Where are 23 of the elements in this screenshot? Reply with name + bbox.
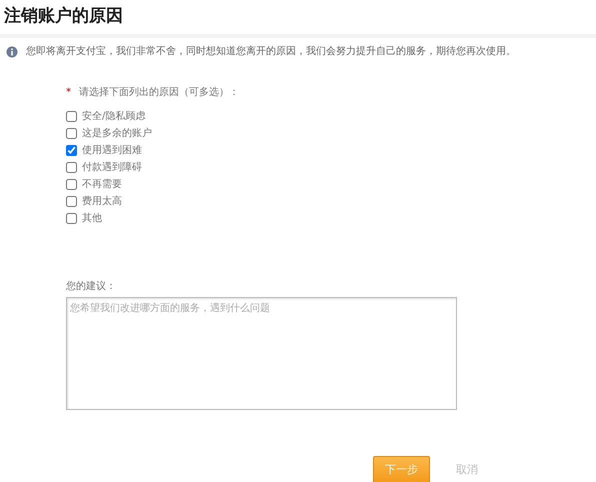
checkbox[interactable] xyxy=(66,196,77,208)
cancel-link[interactable]: 取消 xyxy=(456,462,478,479)
checkbox[interactable] xyxy=(66,128,77,140)
option-label: 其他 xyxy=(82,212,102,226)
suggestion-label: 您的建议： xyxy=(66,280,117,294)
page-title: 注销账户的原因 xyxy=(0,0,596,38)
checkbox[interactable] xyxy=(66,179,77,190)
option-label: 这是多余的账户 xyxy=(82,126,152,142)
info-icon xyxy=(6,46,18,58)
next-button[interactable]: 下一步 xyxy=(373,456,430,482)
checkbox[interactable] xyxy=(66,162,77,174)
suggestion-field[interactable]: 您希望我们改进哪方面的服务，遇到什么问题 xyxy=(66,297,457,410)
reasons-label: 请选择下面列出的原因（可多选）： xyxy=(79,86,239,100)
option-label: 不再需要 xyxy=(82,178,122,192)
checkbox[interactable] xyxy=(66,145,77,156)
option-label: 安全/隐私顾虑 xyxy=(82,110,146,124)
checkbox[interactable] xyxy=(66,213,77,224)
notice-text: 您即将离开支付宝，我们非常不舍，同时想知道您离开的原因，我们会努力提升自己的服务，期待您再次使用。 xyxy=(26,44,516,60)
option-label: 付款遇到障碍 xyxy=(82,160,142,176)
checkbox[interactable] xyxy=(66,111,77,122)
option-label: 使用遇到困难 xyxy=(82,144,142,158)
required-mark: * xyxy=(66,86,71,100)
option-label: 费用太高 xyxy=(82,194,122,210)
